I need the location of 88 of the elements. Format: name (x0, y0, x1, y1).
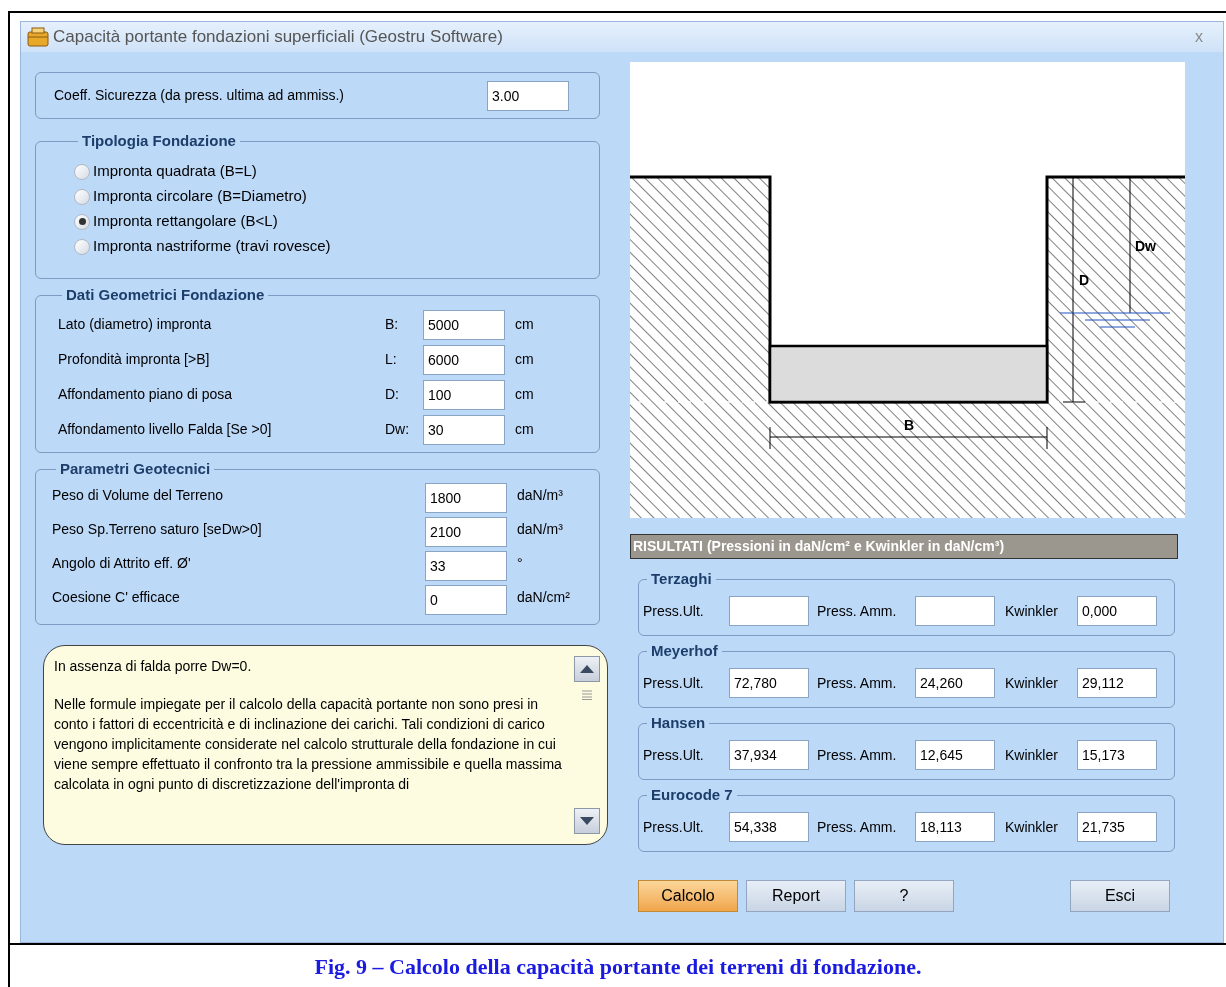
input-field[interactable]: 37,934 (729, 740, 809, 770)
figure-caption: Fig. 9 – Calcolo della capacità portante dei terreni di fondazione. (314, 952, 922, 981)
result-label: Press.Ult. (643, 745, 705, 765)
group-title: Parametri Geotecnici (60, 460, 211, 477)
field-label: Coesione C' efficace (52, 588, 181, 607)
input-field[interactable]: 1800 (425, 483, 507, 513)
action-button[interactable]: Report (746, 880, 846, 912)
input-field[interactable]: 29,112 (1077, 668, 1157, 698)
scroll-up-button[interactable] (574, 656, 600, 682)
result-label: Press. Amm. (817, 745, 898, 765)
results-header: RISULTATI (Pressioni in daN/cm² e Kwinkler in daN/cm³) (630, 534, 1178, 559)
action-button[interactable]: Calcolo (638, 880, 738, 912)
input-field[interactable]: 72,780 (729, 668, 809, 698)
action-button[interactable]: Esci (1070, 880, 1170, 912)
group-title: Terzaghi (651, 570, 712, 587)
input-field[interactable]: 100 (423, 379, 505, 410)
input-field[interactable]: 54,338 (729, 812, 809, 842)
symbol-label: B: (385, 315, 400, 334)
note-text: Nelle formule impiegate per il calcolo della capacità portante non sono presi in conto i fattori di eccentricità e di inclinazione dei carichi. Tali condizioni di carico vengono implicitamente considerate nel calcolo strutturale della fondazione in cui viene sempre effettuato il confronto tra la pressione ammissibile e quella massima calcolata in ogni punto di discretizzazione dell'impronta di (54, 695, 563, 794)
down-arrow-icon (580, 817, 594, 825)
input-field[interactable]: 12,645 (915, 740, 995, 770)
input-field[interactable]: 21,735 (1077, 812, 1157, 842)
radio-label: Impronta rettangolare (B<L) (93, 211, 278, 232)
result-label: Kwinkler (1005, 745, 1059, 765)
result-label: Press. Amm. (817, 817, 898, 837)
unit-label: cm (515, 420, 534, 439)
action-button[interactable]: ? (854, 880, 954, 912)
unit-label: cm (515, 315, 534, 334)
input-field[interactable]: 18,113 (915, 812, 995, 842)
field-label: Peso Sp.Terreno saturo [seDw>0] (52, 520, 263, 539)
note-text: In assenza di falda porre Dw=0. (54, 657, 253, 676)
radio-button[interactable] (74, 163, 90, 180)
unit-label: daN/m³ (517, 486, 563, 505)
result-label: Press. Amm. (817, 601, 898, 621)
unit-label: cm (515, 385, 534, 404)
up-arrow-icon (580, 665, 594, 673)
unit-label: daN/cm² (517, 588, 570, 607)
scroll-grip-icon (582, 690, 592, 700)
input-field[interactable]: 0,000 (1077, 596, 1157, 626)
radio-button[interactable] (74, 213, 90, 230)
radio-button[interactable] (74, 238, 90, 255)
field-label: Affondamento piano di posa (58, 385, 234, 404)
group-title: Meyerhof (651, 642, 718, 659)
unit-label: daN/m³ (517, 520, 563, 539)
field-label: Coeff. Sicurezza (da press. ultima ad ammiss.) (54, 86, 345, 105)
input-field[interactable]: 15,173 (1077, 740, 1157, 770)
input-field[interactable] (729, 596, 809, 626)
input-field[interactable] (915, 596, 995, 626)
field-label: Profondità impronta [>B] (58, 350, 211, 369)
group-title: Tipologia Fondazione (82, 132, 236, 149)
toolbox-icon (27, 27, 49, 47)
dimension-label: Dw (1135, 238, 1156, 254)
group-title: Eurocode 7 (651, 786, 733, 803)
field-label: Angolo di Attrito eff. Ø' (52, 554, 192, 573)
unit-label: ° (517, 554, 523, 573)
result-label: Press.Ult. (643, 817, 705, 837)
result-label: Press. Amm. (817, 673, 898, 693)
symbol-label: L: (385, 350, 398, 369)
field-label: Peso di Volume del Terreno (52, 486, 224, 505)
radio-label: Impronta nastriforme (travi rovesce) (93, 236, 331, 257)
result-label: Kwinkler (1005, 817, 1059, 837)
window-title: Capacità portante fondazioni superficiali (Geostru Software) (53, 26, 504, 49)
scroll-down-button[interactable] (574, 808, 600, 834)
result-label: Kwinkler (1005, 673, 1059, 693)
unit-label: cm (515, 350, 534, 369)
result-label: Press.Ult. (643, 673, 705, 693)
radio-button[interactable] (74, 188, 90, 205)
radio-label: Impronta quadrata (B=L) (93, 161, 257, 182)
input-field[interactable]: 24,260 (915, 668, 995, 698)
input-field[interactable]: 5000 (423, 309, 505, 340)
symbol-label: D: (385, 385, 400, 404)
input-field[interactable]: 30 (423, 414, 505, 445)
group-title: Hansen (651, 714, 706, 731)
input-field[interactable]: 2100 (425, 517, 507, 547)
input-field[interactable]: 3.00 (487, 80, 569, 111)
input-field[interactable]: 33 (425, 551, 507, 581)
input-field[interactable]: 0 (425, 585, 507, 615)
field-label: Affondamento livello Falda [Se >0] (58, 420, 273, 439)
result-label: Press.Ult. (643, 601, 705, 621)
input-field[interactable]: 6000 (423, 344, 505, 375)
field-label: Lato (diametro) impronta (58, 315, 213, 334)
water-table-icon (1059, 312, 1171, 328)
radio-label: Impronta circolare (B=Diametro) (93, 186, 307, 207)
dimension-label: B (904, 417, 915, 433)
symbol-label: Dw: (385, 420, 411, 439)
dimension-label: D (1079, 272, 1090, 288)
group-title: Dati Geometrici Fondazione (66, 286, 265, 303)
result-label: Kwinkler (1005, 601, 1059, 621)
